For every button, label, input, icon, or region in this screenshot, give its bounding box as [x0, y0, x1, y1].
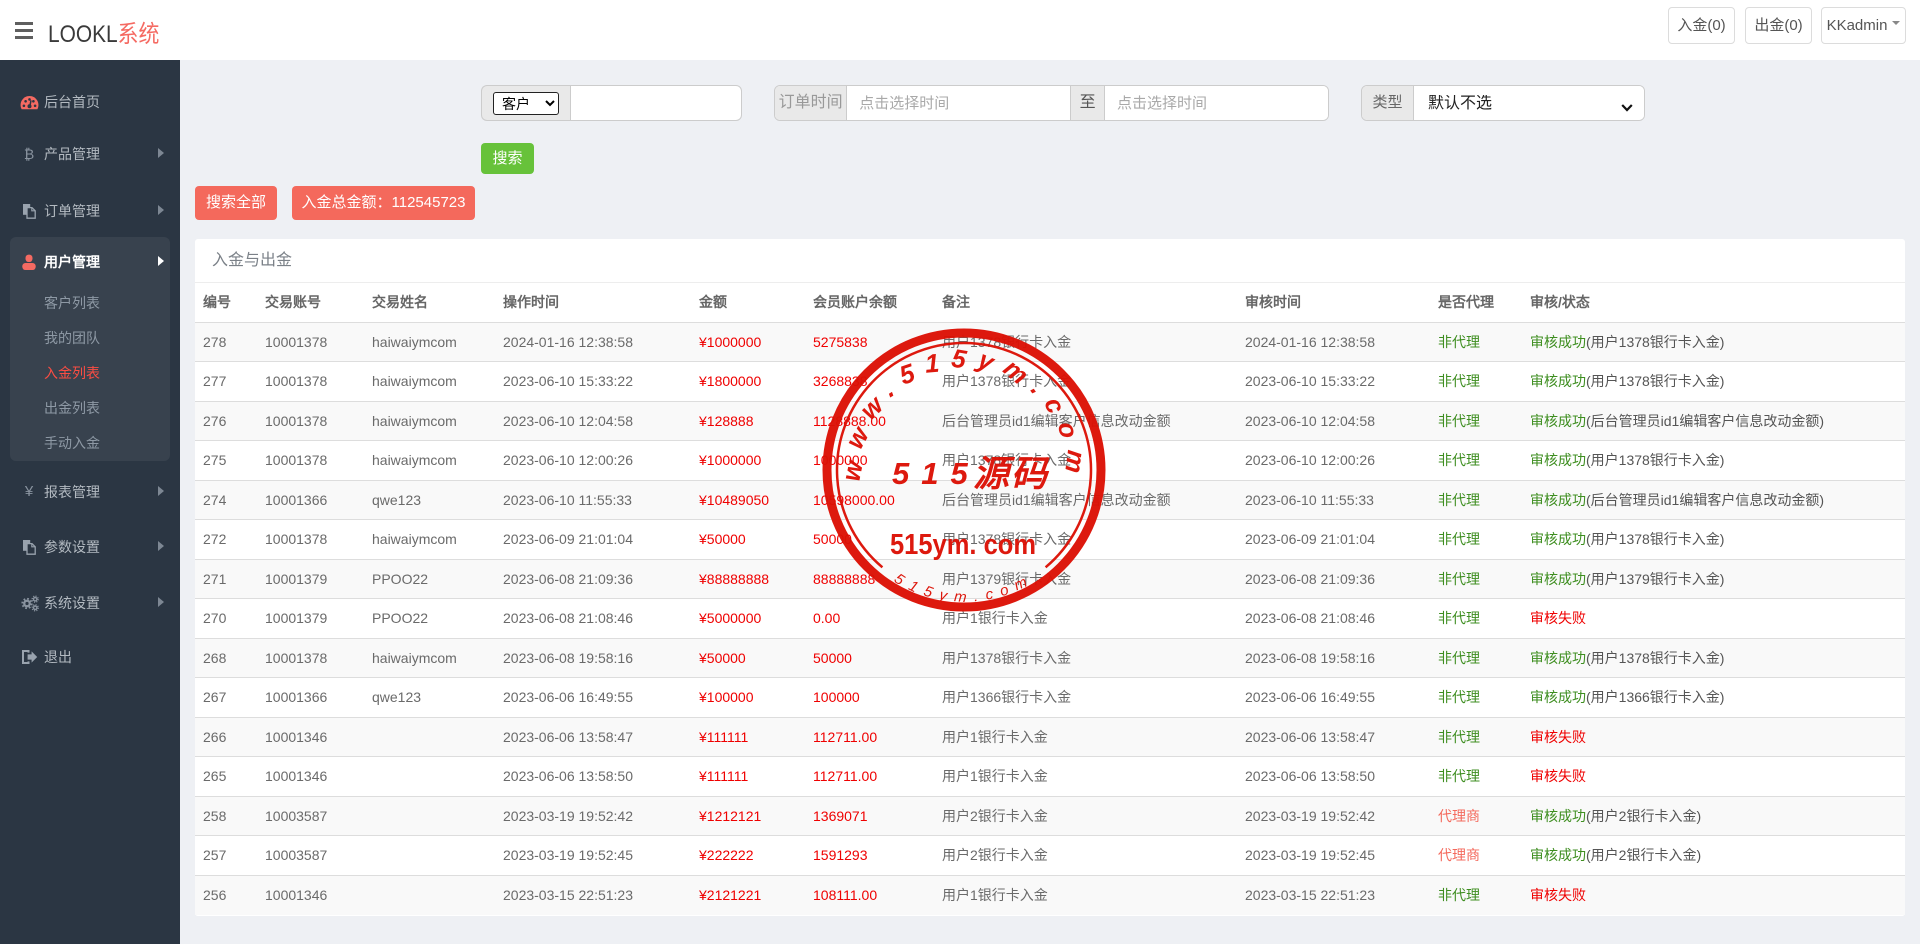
svg-text:515ym. com: 515ym. com [890, 529, 1036, 561]
svg-text:源码: 源码 [973, 453, 1050, 494]
svg-text:515: 515 [892, 456, 980, 491]
